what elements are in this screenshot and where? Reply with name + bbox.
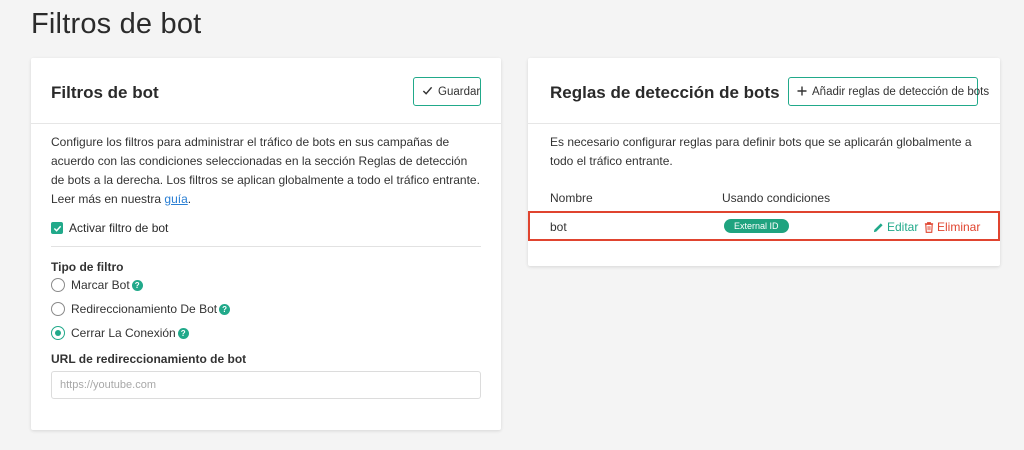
- rule-name: bot: [550, 220, 567, 234]
- radio-bot-redirect[interactable]: Redireccionamiento De Bot ?: [51, 302, 231, 316]
- filter-type-label: Tipo de filtro: [51, 260, 124, 274]
- condition-badge: External ID: [724, 219, 789, 233]
- plus-icon: [797, 85, 807, 99]
- trash-icon: [924, 221, 934, 233]
- help-icon[interactable]: ?: [131, 279, 143, 291]
- edit-button[interactable]: Editar: [873, 220, 918, 234]
- bot-filters-header: Filtros de bot Guardar: [31, 58, 501, 124]
- radio-close-connection[interactable]: Cerrar La Conexión ?: [51, 326, 189, 340]
- column-header-conditions: Usando condiciones: [722, 191, 831, 205]
- bot-filters-title: Filtros de bot: [51, 83, 159, 102]
- bot-detection-rules-header: Reglas de detección de bots Añadir regla…: [528, 58, 1000, 124]
- delete-label: Eliminar: [937, 220, 981, 234]
- help-icon[interactable]: ?: [177, 327, 189, 339]
- save-button-label: Guardar: [438, 85, 481, 98]
- help-icon[interactable]: ?: [219, 303, 231, 315]
- divider: [51, 246, 481, 247]
- edit-label: Editar: [887, 220, 919, 234]
- radio-icon: [51, 302, 65, 316]
- add-bot-detection-rules-label: Añadir reglas de detección de bots: [812, 85, 990, 98]
- description-suffix: .: [187, 192, 192, 206]
- guide-link[interactable]: guía: [164, 192, 187, 206]
- enable-bot-filter-label: Activar filtro de bot: [69, 221, 169, 235]
- radio-mark-bot-label: Marcar Bot: [71, 278, 130, 292]
- checkbox-checked-icon: [51, 222, 63, 234]
- table-row: bot External ID Editar Eliminar: [528, 211, 1000, 241]
- enable-bot-filter-checkbox[interactable]: Activar filtro de bot: [51, 221, 168, 235]
- pencil-icon: [873, 222, 883, 232]
- redirect-url-input[interactable]: [51, 371, 481, 399]
- check-icon: [422, 85, 433, 99]
- bot-detection-rules-card: Reglas de detección de bots Añadir regla…: [528, 58, 1000, 266]
- radio-selected-icon: [51, 326, 65, 340]
- bot-detection-rules-title: Reglas de detección de bots: [550, 83, 780, 102]
- radio-mark-bot[interactable]: Marcar Bot ?: [51, 278, 143, 292]
- bot-detection-rules-description: Es necesario configurar reglas para defi…: [550, 135, 972, 168]
- radio-close-connection-label: Cerrar La Conexión: [71, 326, 176, 340]
- delete-button[interactable]: Eliminar: [924, 220, 980, 234]
- description-text: Configure los filtros para administrar e…: [51, 135, 480, 206]
- bot-filters-description: Configure los filtros para administrar e…: [51, 133, 483, 209]
- save-button[interactable]: Guardar: [413, 77, 481, 106]
- radio-bot-redirect-label: Redireccionamiento De Bot: [71, 302, 218, 316]
- page-title: Filtros de bot: [31, 8, 202, 40]
- column-header-name: Nombre: [550, 191, 593, 205]
- radio-icon: [51, 278, 65, 292]
- bot-filters-card: Filtros de bot Guardar Configure los fil…: [31, 58, 501, 430]
- redirect-url-label: URL de redireccionamiento de bot: [51, 352, 247, 366]
- add-bot-detection-rules-button[interactable]: Añadir reglas de detección de bots: [788, 77, 989, 106]
